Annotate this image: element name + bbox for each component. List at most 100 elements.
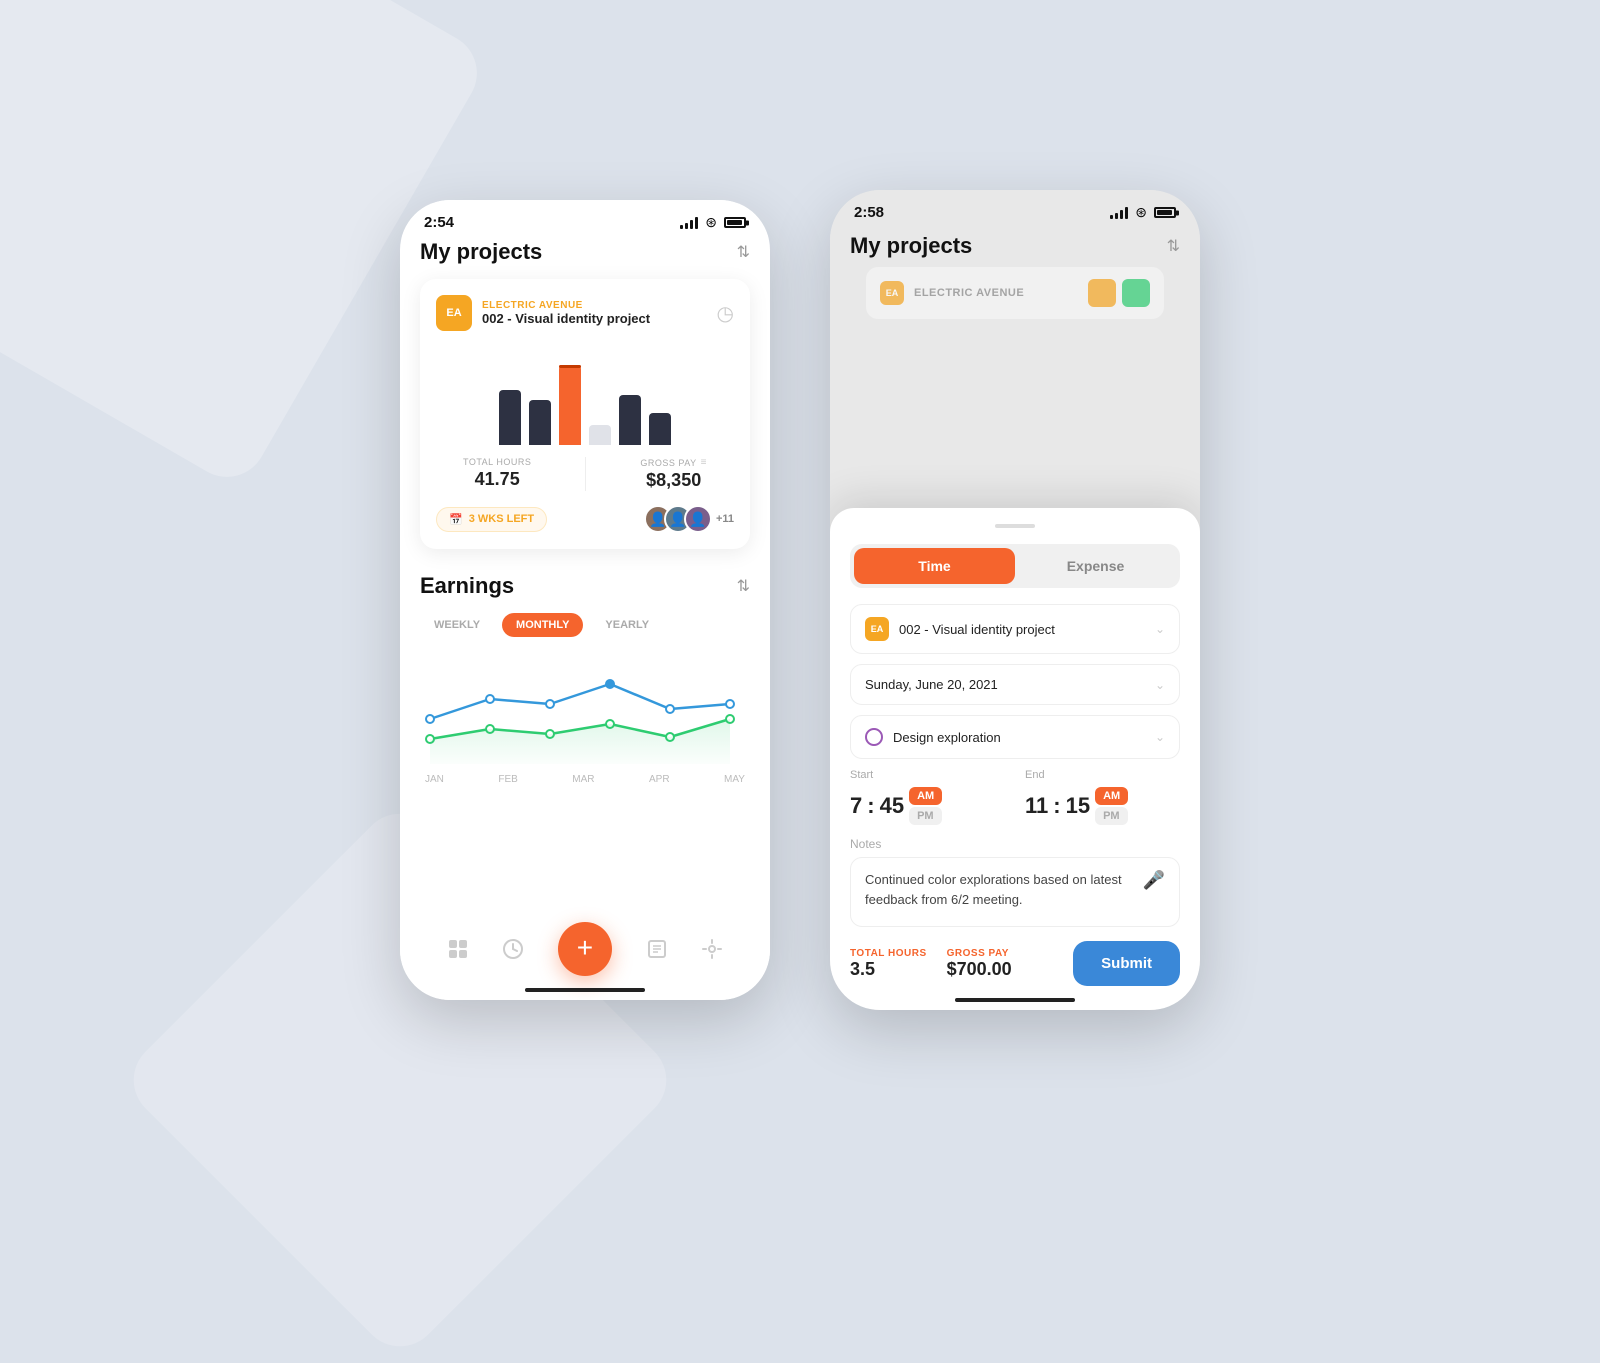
project-card-header: EA ELECTRIC AVENUE 002 - Visual identity… <box>436 295 734 331</box>
bg-ea-badge: EA <box>880 281 904 305</box>
status-bar-right: 2:58 ⊛ <box>830 190 1200 229</box>
nav-time[interactable] <box>502 938 524 960</box>
project-company: ELECTRIC AVENUE <box>482 300 650 311</box>
label-mar: MAR <box>572 774 594 785</box>
label-may: MAY <box>724 774 745 785</box>
start-am-btn[interactable]: AM <box>909 787 942 805</box>
bar-2 <box>529 400 551 445</box>
earnings-section-header: Earnings ⇅ <box>420 573 750 599</box>
calendar-icon: 📅 <box>449 513 463 526</box>
nav-home[interactable] <box>447 938 469 960</box>
sheet-gross-pay: GROSS PAY $700.00 <box>947 948 1012 980</box>
avatar-3: 👤 <box>684 505 712 533</box>
end-hour[interactable]: 11 <box>1025 793 1048 819</box>
tab-yearly[interactable]: YEARLY <box>591 613 663 637</box>
ea-badge-left: EA <box>436 295 472 331</box>
nav-add-button[interactable]: + <box>558 922 612 976</box>
earnings-tabs: WEEKLY MONTHLY YEARLY <box>420 613 750 637</box>
date-chevron-icon: ⌄ <box>1155 678 1165 692</box>
tab-monthly[interactable]: MONTHLY <box>502 613 583 637</box>
tab-expense[interactable]: Expense <box>1015 548 1176 584</box>
chart-stats: TOTAL HOURS 41.75 GROSS PAY ≡ $8,350 <box>436 457 734 491</box>
right-filter-icon[interactable]: ⇅ <box>1167 236 1180 256</box>
right-section-header: My projects ⇅ <box>850 229 1180 267</box>
notes-label: Notes <box>850 837 1180 851</box>
signal-icon-right <box>1110 207 1128 219</box>
start-min[interactable]: 45 <box>880 793 904 819</box>
right-phone-header: My projects ⇅ EA ELECTRIC AVENUE <box>830 229 1200 333</box>
project-dropdown[interactable]: EA 002 - Visual identity project ⌄ <box>850 604 1180 654</box>
label-jan: JAN <box>425 774 444 785</box>
submit-button[interactable]: Submit <box>1073 941 1180 986</box>
avatar-count: +11 <box>716 513 734 525</box>
avatars: 👤 👤 👤 +11 <box>644 505 734 533</box>
bar-6 <box>649 413 671 445</box>
gross-pay-value: $8,350 <box>640 470 707 491</box>
mic-icon[interactable]: 🎤 <box>1143 870 1165 891</box>
weeks-left-badge: 📅 3 WKS LEFT <box>436 507 547 532</box>
bg-timer-badge <box>1088 279 1116 307</box>
project-meta: ELECTRIC AVENUE 002 - Visual identity pr… <box>482 300 650 326</box>
wifi-icon: ⊛ <box>705 214 717 231</box>
project-name: 002 - Visual identity project <box>482 311 650 326</box>
left-phone-content: My projects ⇅ EA ELECTRIC AVENUE 002 - V… <box>400 239 770 989</box>
bg-company: ELECTRIC AVENUE <box>914 287 1024 299</box>
date-dropdown[interactable]: Sunday, June 20, 2021 ⌄ <box>850 664 1180 705</box>
dropdown-ea-badge: EA <box>865 617 889 641</box>
right-phone: 2:58 ⊛ My projects ⇅ EA ELECTRIC AVENUE <box>830 190 1200 1010</box>
bottom-sheet: Time Expense EA 002 - Visual identity pr… <box>830 508 1200 1010</box>
nav-settings[interactable] <box>701 938 723 960</box>
nav-notes[interactable] <box>646 938 668 960</box>
end-min[interactable]: 15 <box>1066 793 1090 819</box>
task-dropdown[interactable]: Design exploration ⌄ <box>850 715 1180 759</box>
battery-icon <box>724 217 746 228</box>
end-am-btn[interactable]: AM <box>1095 787 1128 805</box>
label-feb: FEB <box>498 774 517 785</box>
chart-x-labels: JAN FEB MAR APR MAY <box>420 774 750 785</box>
submit-stats: TOTAL HOURS 3.5 GROSS PAY $700.00 <box>850 948 1012 980</box>
status-icons-right: ⊛ <box>1110 204 1176 221</box>
time-section: Start 7 : 45 AM PM End 11 : 15 <box>850 769 1180 825</box>
notes-text: Continued color explorations based on la… <box>865 870 1143 909</box>
status-bar-left: 2:54 ⊛ <box>400 200 770 239</box>
start-hour[interactable]: 7 <box>850 793 862 819</box>
end-label: End <box>1025 769 1180 781</box>
projects-section-header: My projects ⇅ <box>420 239 750 265</box>
bg-active-badge <box>1122 279 1150 307</box>
end-time-group: End 11 : 15 AM PM <box>1025 769 1180 825</box>
tab-time[interactable]: Time <box>854 548 1015 584</box>
task-chevron-icon: ⌄ <box>1155 730 1165 744</box>
time-right: 2:58 <box>854 204 884 221</box>
clock-icon[interactable]: ◷ <box>717 301 734 326</box>
start-time-row: 7 : 45 AM PM <box>850 787 1005 825</box>
start-pm-btn[interactable]: PM <box>909 807 942 825</box>
sheet-hours-value: 3.5 <box>850 959 927 980</box>
notes-box[interactable]: Continued color explorations based on la… <box>850 857 1180 927</box>
sheet-hours-label: TOTAL HOURS <box>850 948 927 959</box>
right-projects-title: My projects <box>850 233 972 259</box>
project-dropdown-left: EA 002 - Visual identity project <box>865 617 1055 641</box>
bar-chart <box>436 345 734 445</box>
bar-3-orange <box>559 365 581 445</box>
project-dropdown-text: 002 - Visual identity project <box>899 622 1055 637</box>
time-sep-start: : <box>867 793 874 819</box>
time-sep-end: : <box>1053 793 1060 819</box>
start-time-group: Start 7 : 45 AM PM <box>850 769 1005 825</box>
tab-weekly[interactable]: WEEKLY <box>420 613 494 637</box>
time-left: 2:54 <box>424 214 454 231</box>
label-apr: APR <box>649 774 670 785</box>
project-card[interactable]: EA ELECTRIC AVENUE 002 - Visual identity… <box>420 279 750 549</box>
filter-icon[interactable]: ⇅ <box>737 242 750 262</box>
start-ampm: AM PM <box>909 787 942 825</box>
date-dropdown-text: Sunday, June 20, 2021 <box>865 677 998 692</box>
sheet-pay-value: $700.00 <box>947 959 1012 980</box>
line-chart-svg <box>420 649 750 769</box>
end-time-row: 11 : 15 AM PM <box>1025 787 1180 825</box>
earnings-filter-icon[interactable]: ⇅ <box>737 576 750 596</box>
task-circle-icon <box>865 728 883 746</box>
bg-project-card: EA ELECTRIC AVENUE <box>866 267 1164 319</box>
bar-4 <box>589 425 611 445</box>
end-pm-btn[interactable]: PM <box>1095 807 1128 825</box>
start-label: Start <box>850 769 1005 781</box>
battery-icon-right <box>1154 207 1176 218</box>
